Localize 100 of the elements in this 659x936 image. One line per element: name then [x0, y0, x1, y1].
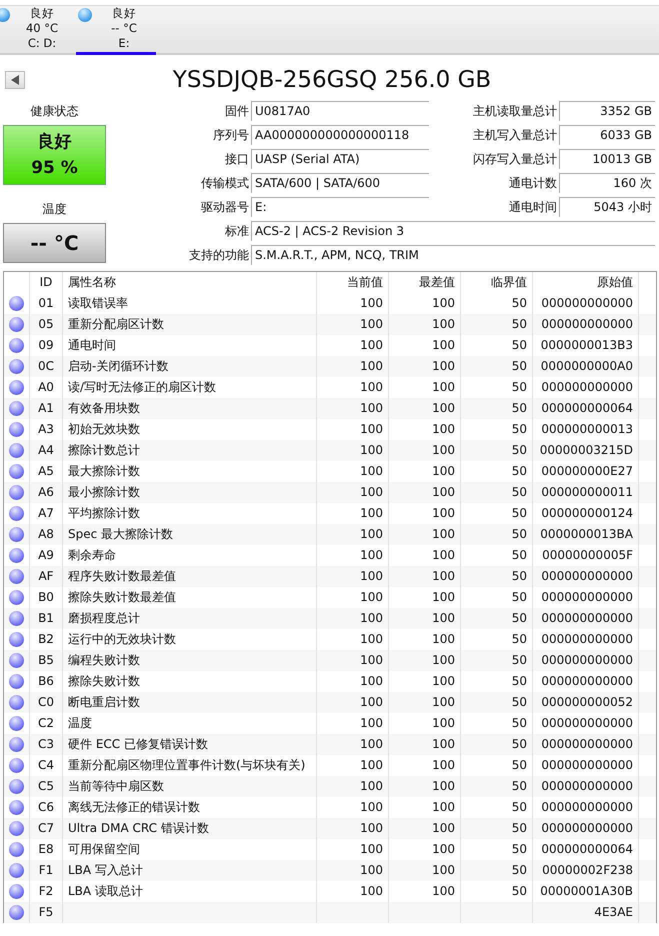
table-cell: F2	[38, 884, 54, 898]
table-cell: 100	[432, 611, 455, 625]
table-cell: 50	[512, 884, 527, 898]
status-dot-icon	[9, 569, 24, 584]
table-cell: 000000000000	[541, 800, 633, 814]
table-cell: 000000000000	[541, 296, 633, 310]
column-header[interactable]: 最差值	[388, 272, 460, 293]
info-value: U0817A0	[251, 101, 429, 121]
column-header[interactable]: ID	[29, 272, 62, 293]
table-cell: 100	[432, 422, 455, 436]
status-dot-icon	[9, 821, 24, 836]
table-cell: 100	[360, 674, 383, 688]
status-dot-icon	[9, 884, 24, 899]
table-cell: 重新分配扇区物理位置事件计数(与坏块有关)	[68, 758, 306, 772]
info-label: 闪存写入量总计	[472, 151, 557, 168]
table-cell: 50	[512, 758, 527, 772]
table-cell: 100	[360, 422, 383, 436]
table-cell: 100	[432, 716, 455, 730]
info-label: 序列号	[212, 127, 249, 144]
table-cell: 100	[360, 380, 383, 394]
table-cell: 100	[432, 317, 455, 331]
info-value: 3352 GB	[559, 101, 655, 121]
table-cell: 000000000000	[541, 569, 633, 583]
column-header[interactable]: 原始值	[532, 272, 639, 293]
table-cell: 读取错误率	[68, 296, 128, 310]
table-cell: 100	[432, 569, 455, 583]
info-value: ACS-2 | ACS-2 Revision 3	[251, 221, 655, 241]
table-cell: 50	[512, 359, 527, 373]
drive-tab[interactable]: 良好 40 °C C: D:	[0, 6, 74, 55]
table-cell: 可用保留空间	[68, 842, 140, 856]
info-value: S.M.A.R.T., APM, NCQ, TRIM	[251, 245, 655, 265]
table-cell: 000000000000	[541, 380, 633, 394]
table-cell: 50	[512, 863, 527, 877]
table-cell: 100	[432, 863, 455, 877]
info-value: UASP (Serial ATA)	[251, 149, 429, 169]
previous-drive-button[interactable]	[5, 71, 25, 89]
table-cell: 启动-关闭循环计数	[68, 359, 168, 373]
drive-tab[interactable]: 良好 -- °C E:	[76, 6, 156, 55]
status-dot-icon	[0, 8, 10, 22]
table-cell: 50	[512, 296, 527, 310]
info-label: 标准	[224, 223, 249, 240]
table-cell: 通电时间	[68, 338, 116, 352]
table-cell: 100	[432, 296, 455, 310]
table-cell: 000000000000	[541, 758, 633, 772]
table-cell: 100	[360, 401, 383, 415]
info-label: 传输模式	[200, 175, 249, 192]
table-cell: 最小擦除计数	[68, 485, 140, 499]
table-cell: 000000000000	[541, 632, 633, 646]
table-cell: 000000000000	[541, 674, 633, 688]
table-cell: 00000000005F	[542, 548, 633, 562]
table-cell: B0	[38, 590, 54, 604]
column-header[interactable]: 属性名称	[62, 272, 316, 293]
status-dot-icon	[9, 800, 24, 815]
table-cell: 50	[512, 800, 527, 814]
temperature-box[interactable]: -- °C	[3, 223, 106, 263]
table-cell: 有效备用块数	[68, 401, 140, 415]
table-cell: B6	[38, 674, 54, 688]
status-dot-icon	[9, 380, 24, 395]
status-dot-icon	[9, 863, 24, 878]
status-dot-icon	[9, 317, 24, 332]
table-cell: 0000000000A0	[540, 359, 633, 373]
table-cell: 01	[38, 296, 54, 310]
table-cell: 100	[432, 380, 455, 394]
table-cell: 重新分配扇区计数	[68, 317, 164, 331]
table-cell: 000000000013	[541, 422, 633, 436]
left-triangle-icon	[11, 75, 19, 85]
status-dot-icon	[9, 653, 24, 668]
table-cell: 50	[512, 317, 527, 331]
table-cell: 000000000052	[541, 695, 633, 709]
info-value: 6033 GB	[559, 125, 655, 145]
table-cell: 100	[432, 401, 455, 415]
status-dot-icon	[9, 464, 24, 479]
status-dot-icon	[9, 401, 24, 416]
column-header[interactable]: 当前值	[316, 272, 388, 293]
column-header[interactable]: 临界值	[460, 272, 532, 293]
table-cell: 100	[360, 842, 383, 856]
table-cell: 50	[512, 737, 527, 751]
table-cell: B5	[38, 653, 54, 667]
health-status-box[interactable]: 良好 95 %	[3, 125, 106, 185]
table-cell: A6	[38, 485, 54, 499]
status-dot-icon	[9, 695, 24, 710]
table-cell: B1	[38, 611, 54, 625]
table-cell: 50	[512, 401, 527, 415]
status-dot-icon	[9, 674, 24, 689]
info-label: 主机读取量总计	[472, 103, 557, 120]
table-cell: 0000000013BA	[540, 527, 633, 541]
table-cell: 100	[432, 653, 455, 667]
table-cell: Ultra DMA CRC 错误计数	[68, 821, 209, 835]
table-cell: 100	[432, 800, 455, 814]
table-cell: 50	[512, 527, 527, 541]
info-label: 主机写入量总计	[472, 127, 557, 144]
table-cell: 50	[512, 422, 527, 436]
table-cell: 100	[360, 506, 383, 520]
table-cell: AF	[38, 569, 54, 583]
status-dot-icon	[9, 758, 24, 773]
table-cell: LBA 读取总计	[68, 884, 143, 898]
table-cell: 擦除计数总计	[68, 443, 140, 457]
table-cell: 00000001A30B	[540, 884, 633, 898]
info-label: 通电计数	[508, 175, 557, 192]
table-cell: 100	[360, 611, 383, 625]
